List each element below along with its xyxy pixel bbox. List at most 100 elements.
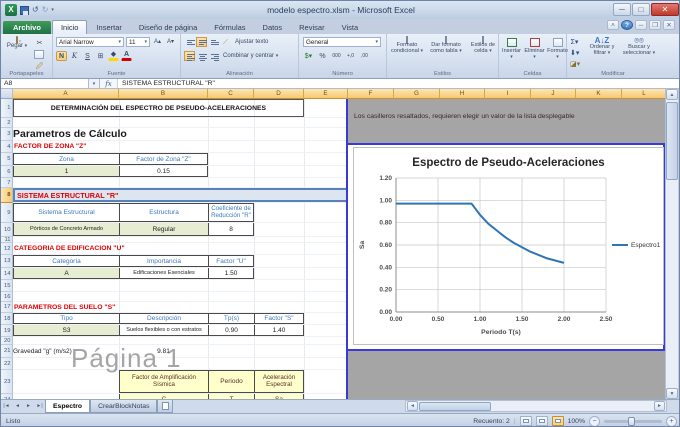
name-box-dropdown-icon[interactable]: ▾ [89, 79, 100, 88]
help-icon[interactable]: ? [621, 20, 633, 30]
cell-amp_h2[interactable]: Periodo [208, 370, 254, 393]
underline-button[interactable]: S [82, 51, 93, 61]
row-header-1[interactable]: 1 [1, 99, 13, 118]
cell-styles-button[interactable]: Estilos de celda ▾ [467, 37, 499, 55]
insert-worksheet-tab[interactable] [157, 400, 173, 413]
cell-suelo_h2[interactable]: Descripción [119, 313, 208, 324]
sheet-offpage-area[interactable]: Los casilleros resaltados, requieren ele… [348, 99, 667, 399]
shrink-font-icon[interactable]: A▾ [165, 37, 176, 47]
column-header-A[interactable]: A [13, 89, 119, 99]
delete-cells-button[interactable]: Eliminar▾ [524, 38, 545, 61]
column-header-L[interactable]: L [622, 89, 667, 99]
horizontal-scrollbar[interactable]: ◄ ► [405, 400, 667, 412]
cell-zona_h2[interactable]: Factor de Zona "Z" [119, 153, 208, 165]
row-header-21[interactable]: 21 [1, 345, 13, 358]
column-header-I[interactable]: I [485, 89, 531, 99]
align-bottom-icon[interactable] [208, 37, 219, 47]
row-header-4[interactable]: 4 [1, 141, 13, 153]
grow-font-icon[interactable]: A▴ [152, 37, 163, 47]
column-header-K[interactable]: K [576, 89, 622, 99]
align-right-icon[interactable] [208, 51, 219, 61]
zoom-slider-thumb[interactable] [628, 417, 635, 426]
zoom-slider[interactable] [604, 420, 662, 423]
row-header-6[interactable]: 6 [1, 166, 13, 178]
merge-center-button[interactable]: Combinar y centrar ▾ [220, 52, 281, 60]
workbook-close-icon[interactable]: ✕ [663, 20, 675, 30]
conditional-formatting-button[interactable]: Formato condicional ▾ [389, 37, 425, 55]
column-header-E[interactable]: E [304, 89, 348, 99]
copy-icon[interactable] [34, 50, 44, 59]
maximize-button[interactable]: □ [632, 3, 650, 16]
cell-params_heading[interactable]: Parametros de Cálculo [13, 128, 208, 140]
sheet-tab-espectro[interactable]: Espectro [45, 400, 90, 413]
cell-sistema_h3[interactable]: Coeficiente de Reducción "R" [208, 203, 254, 222]
row-header-8[interactable]: 8 [1, 188, 13, 203]
workbook-minimize-icon[interactable]: ─ [635, 20, 647, 30]
cell-zona_v2[interactable]: 0.15 [119, 166, 208, 177]
minimize-button[interactable]: ─ [613, 3, 631, 16]
sheet-page1[interactable]: DETERMINACIÓN DEL ESPECTRO DE PSEUDO-ACE… [13, 99, 348, 399]
sheet-tab-crearblocknotas[interactable]: CrearBlockNotas [90, 400, 157, 413]
cell-categoria_h2[interactable]: Importancia [119, 255, 208, 267]
autosum-icon[interactable]: Σ▾ [569, 37, 580, 47]
cell-sistema_section[interactable]: SISTEMA ESTRUCTURAL "R" [13, 188, 348, 202]
orientation-icon[interactable]: ⟋ [220, 37, 231, 47]
cell-sistema_h1[interactable]: Sistema Estructural [13, 203, 119, 222]
cell-zona_v1[interactable]: 1 [13, 166, 119, 177]
paste-button[interactable]: Pegar ▾ [4, 37, 30, 50]
row-header-19[interactable]: 19 [1, 325, 13, 337]
tab-archivo[interactable]: Archivo [3, 21, 51, 34]
column-header-F[interactable]: F [348, 89, 394, 99]
tab-inicio[interactable]: Inicio [52, 20, 88, 34]
format-as-table-button[interactable]: Dar formato como tabla ▾ [427, 37, 465, 55]
fill-color-icon[interactable]: ◆ [108, 51, 119, 61]
font-color-icon[interactable]: A [121, 51, 132, 61]
number-format-combo[interactable]: General▾ [303, 37, 381, 47]
column-header-G[interactable]: G [394, 89, 440, 99]
row-header-2[interactable]: 2 [1, 118, 13, 128]
column-header-D[interactable]: D [254, 89, 304, 99]
tab-last-icon[interactable]: ►| [34, 400, 45, 413]
clear-icon[interactable]: ◪▾ [569, 59, 580, 69]
decrease-decimal-icon[interactable]: ,00 [359, 51, 370, 61]
cell-suelo_h4[interactable]: Factor "S" [254, 313, 304, 324]
font-name-combo[interactable]: Arial Narrow▾ [56, 37, 124, 47]
select-all-corner[interactable] [1, 89, 13, 99]
column-header-C[interactable]: C [208, 89, 254, 99]
insert-cells-button[interactable]: Insertar▾ [501, 38, 522, 61]
close-button[interactable]: ✕ [651, 3, 679, 16]
increase-decimal-icon[interactable]: +,0 [345, 51, 356, 61]
zoom-out-icon[interactable]: − [589, 416, 600, 427]
cell-suelo_v1[interactable]: S3 [13, 325, 119, 336]
name-box[interactable]: A8 [1, 79, 89, 88]
view-page-layout-icon[interactable] [536, 416, 548, 426]
format-painter-icon[interactable]: 🖉 [34, 61, 45, 71]
row-header-22[interactable]: 22 [1, 358, 13, 370]
cell-sistema_v1[interactable]: Pórticos de Concreto Armado [13, 223, 119, 236]
row-header-7[interactable]: 7 [1, 178, 13, 188]
row-header-3[interactable]: 3 [1, 128, 13, 141]
cell-amp_h3[interactable]: Aceleración Espectral [254, 370, 304, 393]
scroll-down-icon[interactable]: ▼ [666, 388, 678, 399]
formula-input[interactable]: SISTEMA ESTRUCTURAL "R" [118, 79, 680, 88]
ribbon-collapse-icon[interactable]: ˄ [607, 20, 619, 30]
cell-suelo_h1[interactable]: Tipo [13, 313, 119, 324]
row-header-9[interactable]: 9 [1, 203, 13, 223]
column-header-H[interactable]: H [440, 89, 485, 99]
row-header-10[interactable]: 10 [1, 223, 13, 237]
row-header-13[interactable]: 13 [1, 255, 13, 268]
tab-diseno[interactable]: Diseño de página [131, 21, 205, 34]
align-middle-icon[interactable] [196, 37, 207, 47]
scroll-left-icon[interactable]: ◄ [407, 401, 418, 411]
cell-categoria_h3[interactable]: Factor "U" [208, 255, 254, 267]
zoom-in-icon[interactable]: + [666, 416, 677, 427]
fx-icon[interactable]: fx [100, 79, 118, 88]
tab-revisar[interactable]: Revisar [291, 21, 332, 34]
align-top-icon[interactable] [184, 37, 195, 47]
cell-categoria_v1[interactable]: A [13, 268, 119, 279]
tab-datos[interactable]: Datos [255, 21, 291, 34]
vertical-scrollbar[interactable]: ▲ ▼ [665, 89, 678, 399]
column-header-B[interactable]: B [119, 89, 208, 99]
cell-suelo_v3[interactable]: 0.90 [208, 325, 254, 336]
format-cells-button[interactable]: Formato▾ [547, 38, 568, 61]
